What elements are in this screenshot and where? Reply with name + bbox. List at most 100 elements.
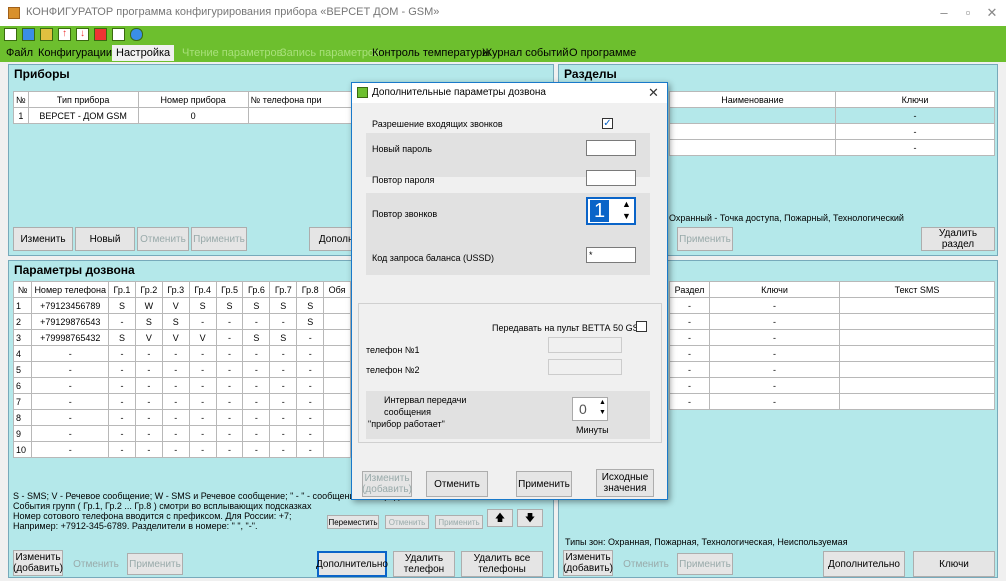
cell[interactable]: - (31, 425, 110, 442)
cell[interactable]: - (215, 377, 244, 394)
menu-temperature[interactable]: Контроль температуры (368, 45, 494, 61)
stepper-up-icon[interactable]: ▲ (599, 399, 606, 406)
cell[interactable]: - (269, 393, 298, 410)
cell[interactable]: - (161, 425, 190, 442)
cell[interactable]: S (242, 297, 271, 314)
cell[interactable]: - (296, 377, 325, 394)
table-row[interactable]: 9--------- (12, 425, 351, 442)
cell[interactable]: - (669, 361, 710, 378)
cell[interactable]: - (296, 393, 325, 410)
table-row[interactable]: 6--------- (12, 377, 351, 394)
table-row[interactable]: 3 +79998765432 S V V V - S S - (12, 329, 351, 346)
cell[interactable]: - (215, 393, 244, 410)
menu-event-log[interactable]: Журнал событий (478, 45, 572, 61)
cell[interactable]: - (669, 345, 710, 362)
cell[interactable]: - (108, 409, 136, 426)
cell[interactable]: - (709, 377, 840, 394)
cell[interactable]: - (31, 409, 110, 426)
cell[interactable]: ВЕРСЕТ - ДОМ GSM (27, 107, 139, 124)
new-button[interactable]: Новый (75, 227, 135, 251)
table-row[interactable]: - (669, 107, 995, 124)
table-row[interactable]: - (669, 139, 995, 156)
cell[interactable] (323, 377, 351, 394)
close-icon[interactable]: ✕ (648, 85, 659, 101)
cell[interactable]: - (188, 377, 217, 394)
cell[interactable]: - (188, 361, 217, 378)
table-row[interactable]: -- (669, 329, 995, 346)
table-row[interactable]: 8--------- (12, 409, 351, 426)
download-icon[interactable]: ↓ (76, 28, 89, 41)
cell[interactable]: - (188, 441, 217, 458)
minimize-icon[interactable]: – (934, 3, 954, 23)
apply-button[interactable]: Применить (127, 553, 183, 575)
cell[interactable]: S (269, 329, 298, 346)
cell[interactable]: S (161, 313, 190, 330)
cell[interactable]: S (242, 329, 271, 346)
delete-section-button[interactable]: Удалить раздел (921, 227, 995, 251)
stepper-up-icon[interactable]: ▲ (622, 199, 631, 209)
cell[interactable]: - (242, 361, 271, 378)
table-row[interactable]: 10- - - - - - - - - (12, 441, 351, 458)
cell[interactable]: - (215, 361, 244, 378)
cell[interactable]: 7 (12, 393, 33, 410)
cell[interactable] (323, 425, 351, 442)
betta-checkbox[interactable] (636, 321, 647, 332)
cell[interactable]: - (161, 409, 190, 426)
cell[interactable]: - (709, 297, 840, 314)
cell[interactable]: V (161, 297, 190, 314)
cell[interactable] (839, 377, 995, 394)
cell[interactable]: - (269, 441, 298, 458)
move-up-icon[interactable]: 🡅 (487, 509, 513, 527)
cell[interactable] (323, 345, 351, 362)
cell[interactable]: - (215, 425, 244, 442)
menu-settings[interactable]: Настройка (112, 45, 175, 61)
cell[interactable] (669, 139, 836, 156)
cell[interactable]: - (215, 329, 244, 346)
cell[interactable]: - (134, 393, 163, 410)
cell[interactable]: - (296, 361, 325, 378)
cell[interactable]: - (242, 409, 271, 426)
keys-button[interactable]: Ключи (913, 551, 995, 577)
cell[interactable]: V (188, 329, 217, 346)
cancel-button[interactable]: Отменить (69, 553, 123, 575)
change-button[interactable]: Изменить (13, 227, 73, 251)
defaults-button[interactable]: Исходные значения (596, 469, 654, 497)
table-row[interactable]: -- (669, 313, 995, 330)
table-row[interactable]: -- (669, 393, 995, 410)
repeat-calls-stepper[interactable]: 1 ▲ ▼ (586, 197, 636, 225)
cell[interactable]: - (835, 123, 995, 140)
more-button[interactable]: Дополнительно (823, 551, 905, 577)
cell[interactable]: - (134, 441, 163, 458)
cell[interactable]: - (31, 377, 110, 394)
cell[interactable] (323, 441, 351, 458)
cell[interactable]: - (269, 313, 298, 330)
cell[interactable] (839, 361, 995, 378)
cell[interactable]: - (134, 345, 163, 362)
cell[interactable]: - (108, 345, 136, 362)
cell[interactable]: - (31, 361, 110, 378)
table-row[interactable]: -- (669, 297, 995, 314)
cell[interactable]: - (108, 441, 136, 458)
cell[interactable]: S (108, 329, 136, 346)
cell[interactable]: - (161, 345, 190, 362)
cell[interactable]: 4 (12, 345, 33, 362)
cell[interactable]: - (709, 345, 840, 362)
cell[interactable]: - (188, 345, 217, 362)
cell[interactable]: S (269, 297, 298, 314)
cancel-button[interactable]: Отменить (426, 471, 488, 497)
change-add-button[interactable]: Изменить (добавить) (563, 550, 613, 576)
close-icon[interactable]: ✕ (982, 3, 1002, 23)
apply-button[interactable]: Применить (191, 227, 247, 251)
cell[interactable]: - (215, 409, 244, 426)
cell[interactable]: - (669, 393, 710, 410)
cell[interactable]: 10 (12, 441, 33, 458)
cell[interactable] (839, 393, 995, 410)
cell[interactable]: - (108, 425, 136, 442)
cell[interactable] (839, 297, 995, 314)
cell[interactable]: - (669, 297, 710, 314)
upload-icon[interactable]: ↑ (58, 28, 71, 41)
cancel-button[interactable]: Отменить (137, 227, 189, 251)
cell[interactable]: - (134, 361, 163, 378)
cell[interactable]: - (296, 441, 325, 458)
cell[interactable]: - (161, 377, 190, 394)
